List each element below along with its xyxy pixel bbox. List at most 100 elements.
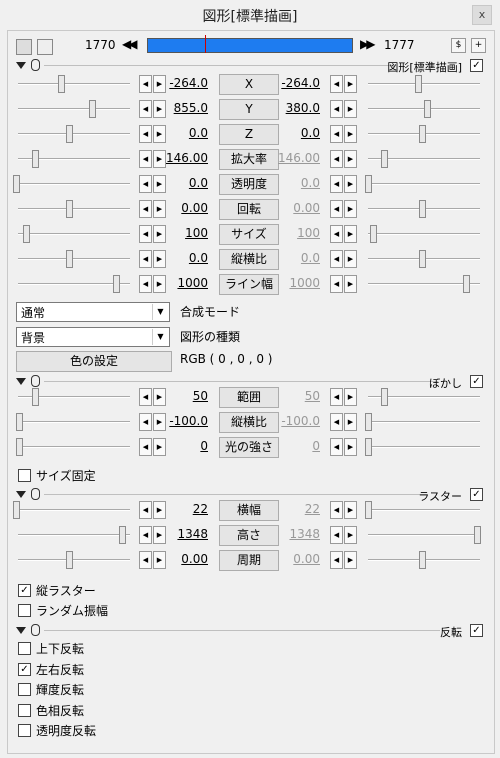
slider-track-right[interactable]: [368, 83, 480, 85]
slider-track-left[interactable]: [18, 258, 130, 260]
slider-track-left[interactable]: [18, 108, 130, 110]
flip-checkbox[interactable]: [18, 724, 31, 737]
start-value[interactable]: 0.00: [156, 201, 208, 215]
end-value[interactable]: 146.00: [268, 151, 320, 165]
decrement-button[interactable]: ◀: [330, 200, 343, 218]
decrement-button[interactable]: ◀: [139, 275, 152, 293]
decrement-button[interactable]: ◀: [139, 526, 152, 544]
decrement-button[interactable]: ◀: [139, 413, 152, 431]
slider-track-right[interactable]: [368, 233, 480, 235]
slider-thumb-left[interactable]: [58, 75, 65, 93]
increment-button[interactable]: ▶: [344, 125, 357, 143]
slider-thumb-left[interactable]: [119, 526, 126, 544]
slider-thumb-left[interactable]: [32, 388, 39, 406]
end-value[interactable]: 0.0: [268, 251, 320, 265]
slider-track-right[interactable]: [368, 446, 480, 448]
slider-thumb-right[interactable]: [370, 225, 377, 243]
decrement-button[interactable]: ◀: [139, 551, 152, 569]
decrement-button[interactable]: ◀: [330, 388, 343, 406]
start-value[interactable]: 146.00: [156, 151, 208, 165]
decrement-button[interactable]: ◀: [330, 526, 343, 544]
slider-thumb-right[interactable]: [365, 413, 372, 431]
grid-icon[interactable]: [37, 39, 53, 55]
decrement-button[interactable]: ◀: [330, 225, 343, 243]
end-value[interactable]: 0.0: [268, 176, 320, 190]
start-value[interactable]: 0.0: [156, 176, 208, 190]
flip-checkbox[interactable]: [18, 642, 31, 655]
end-value[interactable]: 0: [268, 439, 320, 453]
slider-track-left[interactable]: [18, 233, 130, 235]
slider-thumb-left[interactable]: [23, 225, 30, 243]
slider-thumb-left[interactable]: [13, 501, 20, 519]
next-frame-button[interactable]: ▶▶: [360, 37, 376, 51]
decrement-button[interactable]: ◀: [139, 200, 152, 218]
end-value[interactable]: 22: [268, 502, 320, 516]
end-value[interactable]: -100.0: [268, 414, 320, 428]
increment-button[interactable]: ▶: [344, 150, 357, 168]
decrement-button[interactable]: ◀: [330, 75, 343, 93]
slider-thumb-right[interactable]: [381, 388, 388, 406]
decrement-button[interactable]: ◀: [139, 225, 152, 243]
slider-track-right[interactable]: [368, 183, 480, 185]
slider-thumb-right[interactable]: [419, 200, 426, 218]
close-button[interactable]: x: [472, 5, 492, 25]
decrement-button[interactable]: ◀: [139, 125, 152, 143]
end-value[interactable]: 0.00: [268, 552, 320, 566]
increment-button[interactable]: ▶: [344, 100, 357, 118]
section-flip-checkbox[interactable]: ✓: [470, 624, 483, 637]
collapse-icon[interactable]: [16, 62, 26, 69]
decrement-button[interactable]: ◀: [139, 438, 152, 456]
slider-track-left[interactable]: [18, 534, 130, 536]
decrement-button[interactable]: ◀: [330, 551, 343, 569]
color-settings-button[interactable]: 色の設定: [16, 351, 172, 372]
slider-thumb-left[interactable]: [89, 100, 96, 118]
decrement-button[interactable]: ◀: [139, 175, 152, 193]
increment-button[interactable]: ▶: [344, 200, 357, 218]
end-value[interactable]: 380.0: [268, 101, 320, 115]
slider-thumb-right[interactable]: [365, 438, 372, 456]
slider-thumb-left[interactable]: [16, 438, 23, 456]
slider-track-left[interactable]: [18, 421, 130, 423]
decrement-button[interactable]: ◀: [139, 388, 152, 406]
start-value[interactable]: -264.0: [156, 76, 208, 90]
slider-thumb-right[interactable]: [381, 150, 388, 168]
slider-track-right[interactable]: [368, 509, 480, 511]
slider-track-left[interactable]: [18, 83, 130, 85]
start-value[interactable]: 1000: [156, 276, 208, 290]
timeline-bar[interactable]: [147, 38, 353, 53]
increment-button[interactable]: ▶: [344, 75, 357, 93]
increment-button[interactable]: ▶: [344, 413, 357, 431]
prev-frame-button[interactable]: ◀◀: [122, 37, 138, 51]
start-value[interactable]: 50: [156, 389, 208, 403]
slider-track-left[interactable]: [18, 446, 130, 448]
start-value[interactable]: 855.0: [156, 101, 208, 115]
end-value[interactable]: 1000: [268, 276, 320, 290]
start-value[interactable]: 1348: [156, 527, 208, 541]
section-blur-checkbox[interactable]: ✓: [470, 375, 483, 388]
slider-thumb-left[interactable]: [113, 275, 120, 293]
slider-thumb-right[interactable]: [365, 501, 372, 519]
collapse-icon[interactable]: [16, 627, 26, 634]
slider-thumb-right[interactable]: [463, 275, 470, 293]
camera-icon[interactable]: [16, 39, 32, 55]
end-value[interactable]: 100: [268, 226, 320, 240]
start-value[interactable]: 22: [156, 502, 208, 516]
shape-type-select[interactable]: 背景 ▼: [16, 327, 170, 347]
decrement-button[interactable]: ◀: [330, 175, 343, 193]
collapse-icon[interactable]: [16, 378, 26, 385]
decrement-button[interactable]: ◀: [330, 413, 343, 431]
decrement-button[interactable]: ◀: [330, 438, 343, 456]
increment-button[interactable]: ▶: [344, 250, 357, 268]
slider-thumb-right[interactable]: [419, 551, 426, 569]
end-value[interactable]: -264.0: [268, 76, 320, 90]
section-std-checkbox[interactable]: ✓: [470, 59, 483, 72]
start-value[interactable]: -100.0: [156, 414, 208, 428]
slider-thumb-right[interactable]: [419, 125, 426, 143]
slider-thumb-left[interactable]: [16, 413, 23, 431]
increment-button[interactable]: ▶: [344, 388, 357, 406]
slider-thumb-right[interactable]: [415, 75, 422, 93]
flip-checkbox[interactable]: [18, 683, 31, 696]
decrement-button[interactable]: ◀: [139, 75, 152, 93]
start-value[interactable]: 0.0: [156, 251, 208, 265]
random-amplitude-checkbox[interactable]: [18, 604, 31, 617]
